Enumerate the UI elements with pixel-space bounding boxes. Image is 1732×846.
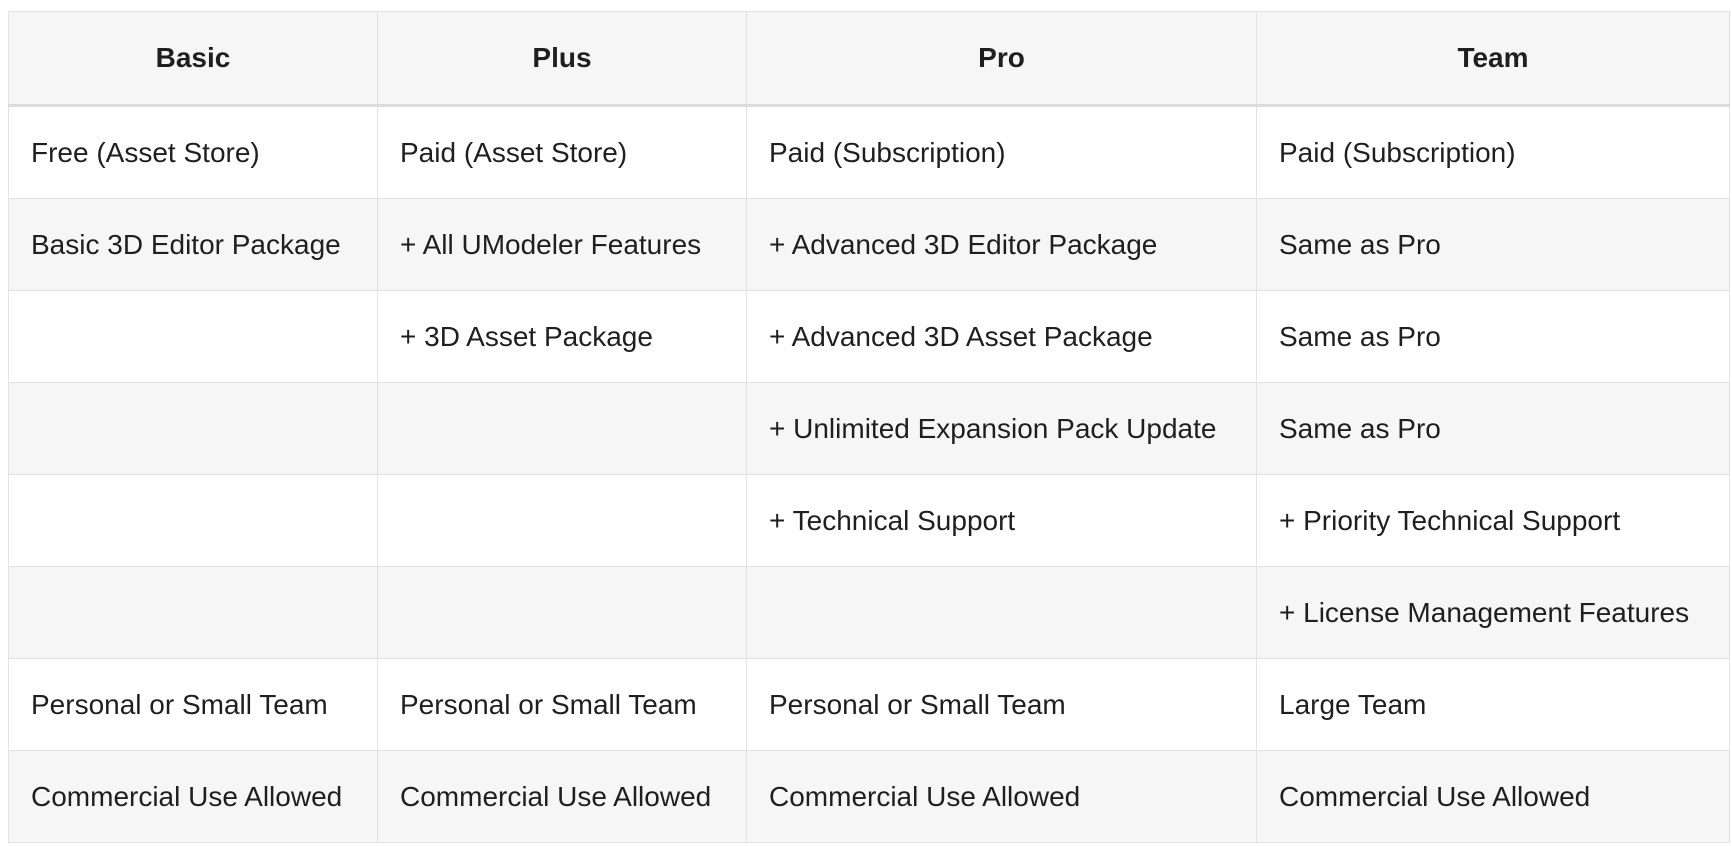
table-row: + Unlimited Expansion Pack Update Same a… (8, 382, 1730, 475)
table-cell: + Advanced 3D Editor Package (746, 198, 1257, 291)
plan-comparison-table: Basic Plus Pro Team Free (Asset Store) P… (8, 11, 1730, 843)
table-cell: + License Management Features (1256, 566, 1730, 659)
header-team: Team (1256, 11, 1730, 107)
table-cell (8, 566, 378, 659)
table-cell: Commercial Use Allowed (377, 750, 747, 843)
table-cell: + Unlimited Expansion Pack Update (746, 382, 1257, 475)
table-cell: Paid (Subscription) (1256, 105, 1730, 199)
table-cell: Commercial Use Allowed (8, 750, 378, 843)
table-cell: + 3D Asset Package (377, 290, 747, 383)
table-cell: Personal or Small Team (377, 658, 747, 751)
table-cell (746, 566, 1257, 659)
table-cell: Personal or Small Team (8, 658, 378, 751)
table-cell: + All UModeler Features (377, 198, 747, 291)
table-cell: Commercial Use Allowed (1256, 750, 1730, 843)
table-row: + License Management Features (8, 566, 1730, 659)
table-cell (377, 474, 747, 567)
table-cell: Paid (Subscription) (746, 105, 1257, 199)
table-row: Basic 3D Editor Package + All UModeler F… (8, 198, 1730, 291)
table-cell (8, 290, 378, 383)
table-cell: + Technical Support (746, 474, 1257, 567)
table-cell (8, 474, 378, 567)
table-row: + Technical Support + Priority Technical… (8, 474, 1730, 567)
table-cell: Basic 3D Editor Package (8, 198, 378, 291)
table-cell: Same as Pro (1256, 198, 1730, 291)
table-cell: + Advanced 3D Asset Package (746, 290, 1257, 383)
table-row: + 3D Asset Package + Advanced 3D Asset P… (8, 290, 1730, 383)
table-cell (8, 382, 378, 475)
table-cell (377, 382, 747, 475)
table-cell: Same as Pro (1256, 382, 1730, 475)
table-cell: Paid (Asset Store) (377, 105, 747, 199)
table-row: Free (Asset Store) Paid (Asset Store) Pa… (8, 105, 1730, 199)
table-cell: Personal or Small Team (746, 658, 1257, 751)
table-cell: Large Team (1256, 658, 1730, 751)
header-plus: Plus (377, 11, 747, 107)
table-header-row: Basic Plus Pro Team (8, 11, 1730, 107)
table-cell: Commercial Use Allowed (746, 750, 1257, 843)
table-row: Commercial Use Allowed Commercial Use Al… (8, 750, 1730, 843)
header-basic: Basic (8, 11, 378, 107)
header-pro: Pro (746, 11, 1257, 107)
plan-comparison-table-wrapper: Basic Plus Pro Team Free (Asset Store) P… (8, 11, 1730, 843)
table-cell: Same as Pro (1256, 290, 1730, 383)
table-cell: + Priority Technical Support (1256, 474, 1730, 567)
table-cell: Free (Asset Store) (8, 105, 378, 199)
table-row: Personal or Small Team Personal or Small… (8, 658, 1730, 751)
table-cell (377, 566, 747, 659)
